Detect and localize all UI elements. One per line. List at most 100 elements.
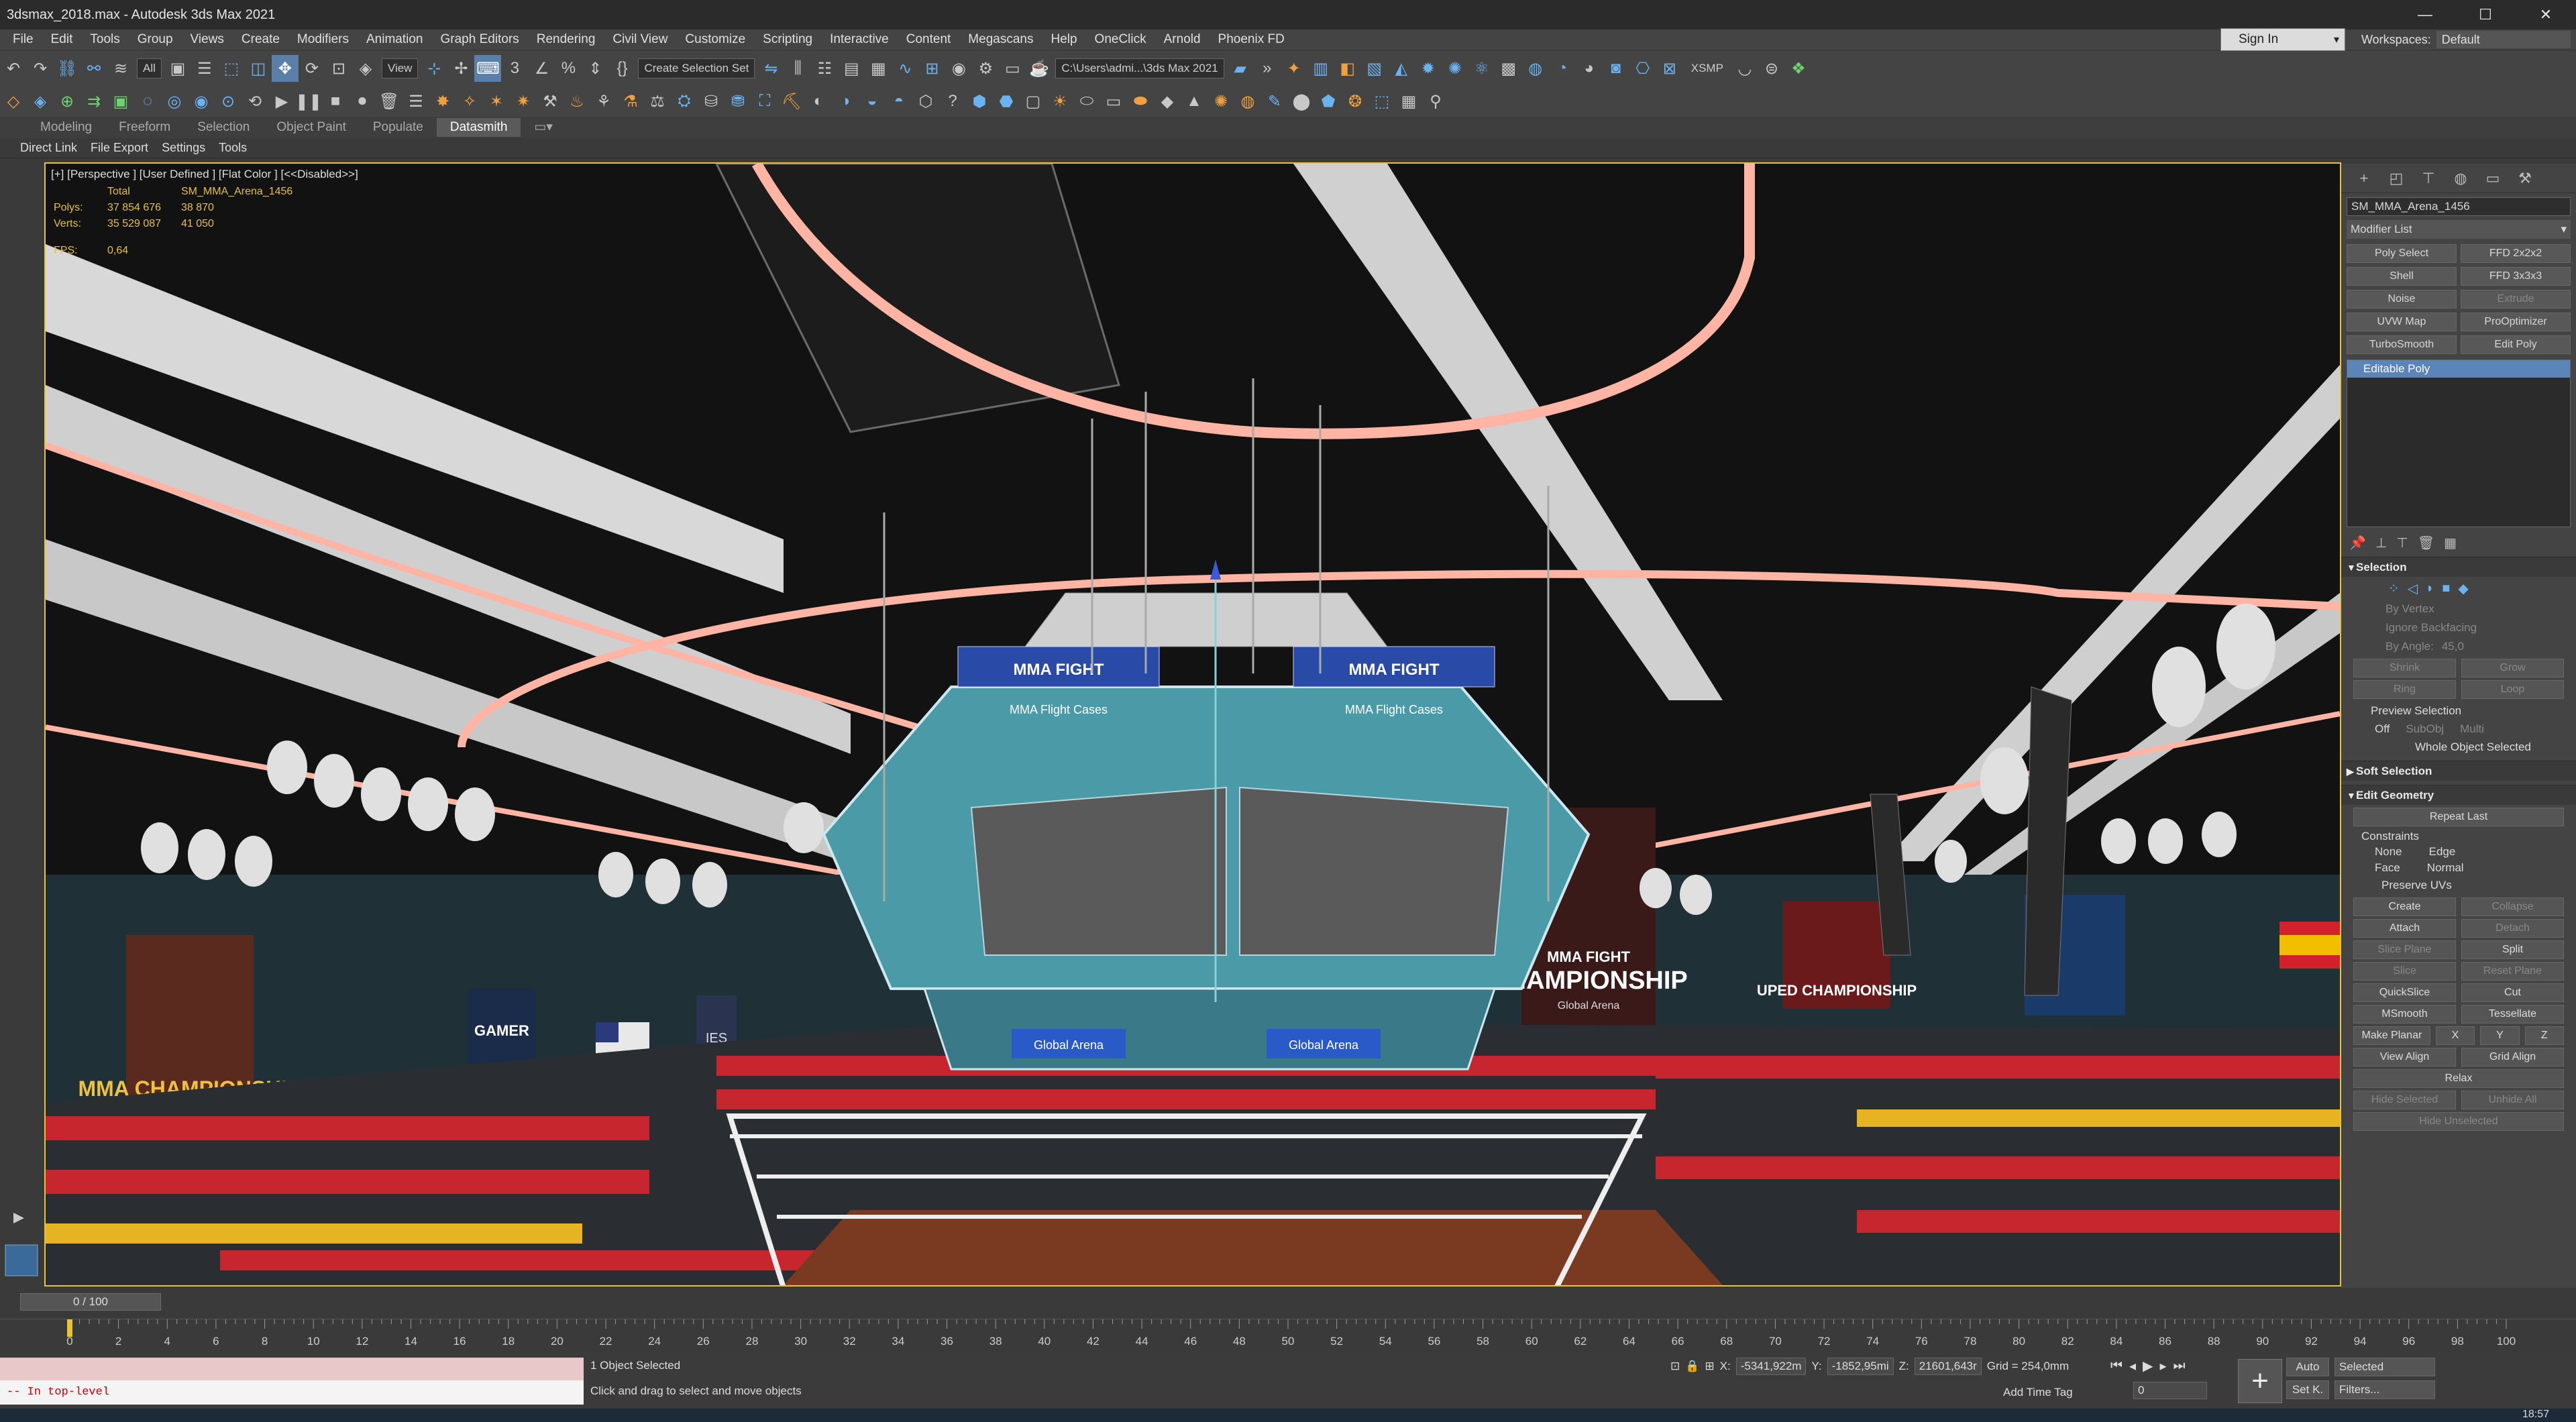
set-key-button[interactable]: Set K. [2286,1380,2329,1399]
plugin-icon-6[interactable]: ✹ [1415,55,1442,82]
utilities-tab-icon[interactable]: ⚒ [2509,170,2541,187]
stack-item-editable-poly[interactable]: Editable Poly [2347,360,2570,378]
pause-icon[interactable]: ❚❚ [295,88,322,115]
edit-geometry-rollout-header[interactable]: ▼ Edit Geometry [2341,785,2576,805]
tool-icon-35[interactable]: ⬬ [1127,88,1154,115]
isolate-selection-icon[interactable]: ⊡ [1670,1360,1680,1373]
grid-align-button[interactable]: Grid Align [2461,1048,2564,1066]
stop-icon[interactable]: ■ [322,88,349,115]
select-object-icon[interactable]: ▣ [164,55,191,82]
subtab-direct-link[interactable]: Direct Link [13,141,84,155]
tool-icon-30[interactable]: ⬢ [966,88,993,115]
tool-icon-5[interactable]: ▣ [107,88,134,115]
tab-modeling[interactable]: Modeling [27,118,105,137]
absolute-mode-icon[interactable]: ⊞ [1705,1360,1714,1373]
render-teapot-icon[interactable]: ☕ [1026,55,1053,82]
select-by-name-icon[interactable]: ☰ [191,55,218,82]
preview-subobj-radio[interactable]: SubObj [2406,722,2444,736]
grow-button[interactable]: Grow [2461,659,2564,677]
plugin-icon-10[interactable]: ◍ [1522,55,1549,82]
play-animation-icon[interactable]: ▶ [2143,1358,2153,1374]
plugin-icon-5[interactable]: ◭ [1388,55,1415,82]
tool-icon-3[interactable]: ⊕ [54,88,80,115]
tool-icon-13[interactable]: ✶ [483,88,510,115]
viewport-label[interactable]: [+] [Perspective ] [User Defined ] [Flat… [51,168,358,181]
scale-icon[interactable]: ⊡ [325,55,352,82]
percent-snap-icon[interactable]: % [555,55,582,82]
view-align-button[interactable]: View Align [2353,1048,2456,1066]
tab-object-paint[interactable]: Object Paint [263,118,360,137]
menu-rendering[interactable]: Rendering [528,32,604,47]
tab-freeform[interactable]: Freeform [105,118,184,137]
current-frame-marker[interactable] [67,1319,72,1337]
hide-selected-button[interactable]: Hide Selected [2353,1091,2456,1109]
workspaces-dropdown[interactable]: Default [2436,31,2571,48]
angle-snap-icon[interactable]: ∠ [528,55,555,82]
tab-datasmith[interactable]: Datasmith [436,118,521,137]
plugin-icon-17[interactable]: ⊜ [1758,55,1785,82]
tool-icon-15[interactable]: ⚒ [537,88,564,115]
maxscript-listener-output[interactable]: -- In top-level [0,1380,584,1405]
prooptimizer-button[interactable]: ProOptimizer [2461,313,2571,331]
modify-tab-icon[interactable]: ◰ [2380,170,2412,187]
menu-file[interactable]: File [4,32,42,47]
maxscript-listener-input[interactable] [0,1358,584,1380]
hide-unselected-button[interactable]: Hide Unselected [2353,1112,2564,1131]
make-unique-icon[interactable]: ⊤ [2396,535,2408,551]
tool-icon-8[interactable]: ◉ [188,88,215,115]
tool-icon-17[interactable]: ⚘ [590,88,617,115]
reset-plane-button[interactable]: Reset Plane [2461,962,2564,981]
reference-coordinate-dropdown[interactable]: View [381,58,419,78]
menu-interactive[interactable]: Interactive [821,32,898,47]
subtab-settings[interactable]: Settings [155,141,212,155]
planar-z-button[interactable]: Z [2524,1026,2565,1045]
edit-poly-button[interactable]: Edit Poly [2461,335,2571,354]
preserve-uvs-checkbox[interactable]: Preserve UVs [2341,876,2576,895]
tool-icon-42[interactable]: ❂ [1342,88,1368,115]
plugin-icon-8[interactable]: ⚛ [1468,55,1495,82]
tool-icon-11[interactable]: ✸ [429,88,456,115]
time-slider-thumb[interactable]: 0 / 100 [20,1293,161,1311]
modifier-list-dropdown[interactable]: Modifier List ▾ [2347,220,2571,239]
tool-icon-21[interactable]: ⛁ [698,88,724,115]
toolbar-overflow-icon[interactable]: » [1254,55,1281,82]
tool-icon-10[interactable]: ⟲ [241,88,268,115]
poly-select-button[interactable]: Poly Select [2347,244,2457,263]
planar-x-button[interactable]: X [2435,1026,2475,1045]
ffd-2x2x2-button[interactable]: FFD 2x2x2 [2461,244,2571,263]
curve-editor-icon[interactable]: ∿ [892,55,918,82]
expand-arrow-icon[interactable] [13,1213,24,1223]
tool-icon-33[interactable]: ⬭ [1073,88,1100,115]
snaps-toggle-icon[interactable]: 3 [501,55,528,82]
viewport-layout-icon[interactable] [5,1244,38,1276]
rendered-frame-icon[interactable]: ▭ [999,55,1026,82]
quickslice-button[interactable]: QuickSlice [2353,983,2456,1002]
material-editor-icon[interactable]: ◉ [945,55,972,82]
bind-space-warp-icon[interactable]: ≋ [107,55,134,82]
sign-in-dropdown[interactable]: Sign In ▾ [2220,28,2345,51]
minimize-button[interactable]: — [2395,0,2455,30]
go-to-start-icon[interactable]: ⏮ [2110,1358,2123,1374]
close-button[interactable]: ✕ [2516,0,2576,30]
tab-populate[interactable]: Populate [360,118,437,137]
menu-content[interactable]: Content [898,32,960,47]
named-selection-set-dropdown[interactable]: Create Selection Set [638,58,755,78]
plugin-icon-3[interactable]: ◧ [1334,55,1361,82]
by-vertex-checkbox[interactable]: By Vertex [2341,600,2576,618]
selection-filter-dropdown[interactable]: All [137,58,162,78]
menu-create[interactable]: Create [233,32,288,47]
tool-icon-2[interactable]: ◈ [27,88,54,115]
previous-frame-icon[interactable]: ◂ [2129,1358,2136,1374]
play-icon[interactable]: ▶ [268,88,295,115]
menu-help[interactable]: Help [1042,32,1085,47]
preview-multi-radio[interactable]: Multi [2460,722,2484,736]
plugin-icon-12[interactable]: ◕ [1576,55,1603,82]
z-coordinate-field[interactable]: 21601,643r [1914,1358,1982,1375]
by-angle-checkbox[interactable]: By Angle: [2385,637,2434,656]
ffd-3x3x3-button[interactable]: FFD 3x3x3 [2461,267,2571,286]
ring-button[interactable]: Ring [2353,680,2456,699]
planar-y-button[interactable]: Y [2480,1026,2520,1045]
perspective-viewport[interactable]: [+] [Perspective ] [User Defined ] [Flat… [44,162,2341,1287]
tool-icon-23[interactable]: ⛶ [751,88,778,115]
menu-edit[interactable]: Edit [42,32,82,47]
